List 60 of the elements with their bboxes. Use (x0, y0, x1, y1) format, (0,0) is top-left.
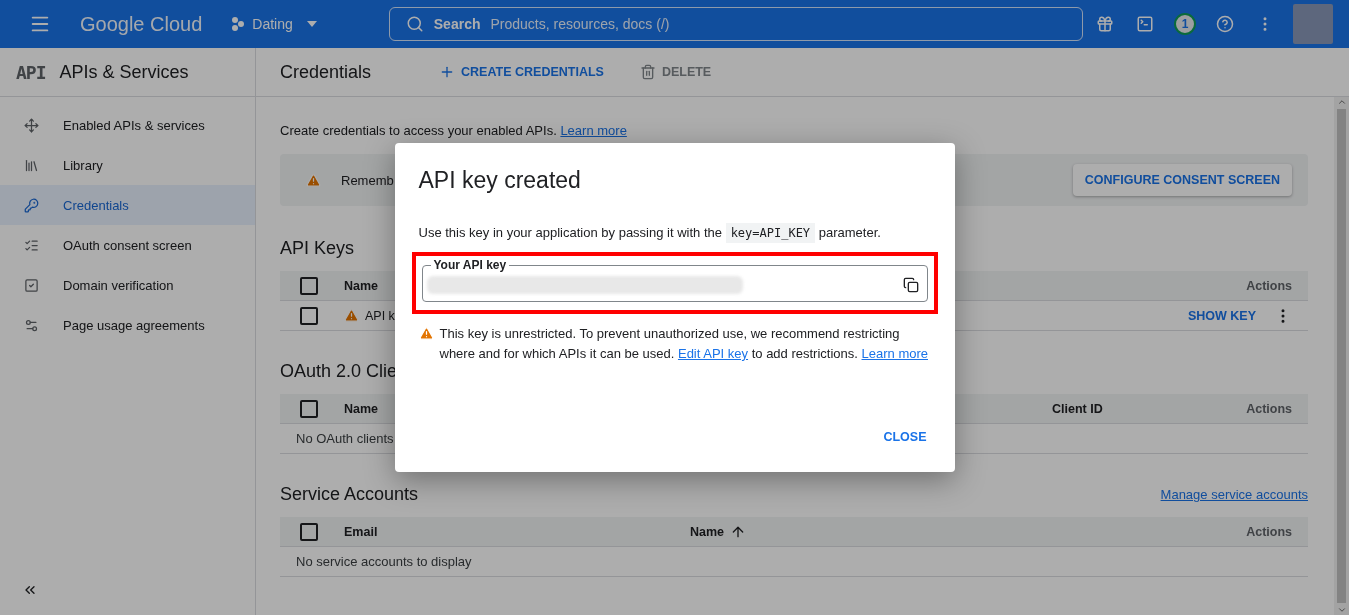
search-field[interactable]: Search Products, resources, docs (/) (388, 7, 1083, 41)
sidebar-title: APIs & Services (59, 61, 189, 83)
checkbox[interactable] (300, 276, 318, 295)
column-header: Actions (1246, 401, 1292, 416)
notice-text: Rememb (341, 172, 394, 188)
close-button[interactable]: CLOSE (879, 422, 931, 452)
learn-more-link[interactable]: Learn more (560, 123, 627, 138)
column-header: Actions (1246, 524, 1292, 539)
warning-icon (306, 172, 321, 188)
project-icon (230, 16, 247, 32)
table-cell: API k (365, 308, 395, 323)
link[interactable]: Edit API key (677, 346, 749, 361)
scrollbar[interactable] (1334, 97, 1349, 615)
column-header: Name (344, 278, 379, 293)
section-title: API Keys (280, 238, 355, 259)
search-icon (405, 15, 424, 33)
checkbox[interactable] (300, 399, 318, 418)
warning-icon (418, 326, 434, 341)
notification-badge[interactable]: 1 (1174, 13, 1196, 35)
intro-text: Create credentials to access your enabled APIs. Learn more (280, 123, 628, 138)
column-header: Actions (1246, 278, 1292, 293)
page-title: Credentials (280, 61, 372, 83)
section-title: Service Accounts (280, 484, 419, 505)
column-header: Client ID (1052, 401, 1103, 416)
sidebar-item[interactable]: OAuth consent screen (0, 225, 255, 265)
checkbox-icon (24, 277, 39, 293)
api-key-field[interactable]: Your API key (421, 258, 928, 302)
sliders-icon (24, 317, 39, 333)
dialog-title: API key created (418, 167, 582, 194)
library-icon (24, 157, 39, 173)
sidebar-item[interactable]: Library (0, 145, 255, 185)
api-logo: API (16, 61, 46, 83)
column-header[interactable]: Name (690, 524, 725, 539)
create-credentials-button[interactable]: CREATE CREDENTIALS (431, 58, 612, 86)
sidebar-item[interactable]: Enabled APIs & services (0, 105, 255, 145)
column-header: Name (344, 401, 379, 416)
scroll-up-icon[interactable] (1336, 97, 1347, 107)
section-title: OAuth 2.0 Clie (280, 361, 398, 382)
key-icon (24, 197, 39, 213)
show-key-button[interactable]: SHOW KEY (1179, 302, 1264, 329)
copy-icon[interactable] (902, 276, 919, 293)
link[interactable]: Learn more (861, 346, 928, 361)
checkbox[interactable] (300, 306, 318, 325)
configure-consent-button[interactable]: CONFIGURE CONSENT SCREEN (1072, 164, 1292, 196)
sidebar-item[interactable]: Page usage agreements (0, 305, 255, 345)
caret-icon (306, 21, 317, 27)
column-header: Email (344, 524, 378, 539)
checklist-icon (24, 237, 39, 253)
move-icon (24, 117, 39, 133)
warning-text: This key is unrestricted. To prevent unauthorized use, we recommend restricting where and for which APIs it can be used. Edit API key to add restrictions. Learn more (439, 325, 929, 363)
checkbox[interactable] (300, 522, 318, 541)
trash-icon (639, 64, 656, 80)
manage-link[interactable]: Manage service accounts (1160, 487, 1308, 502)
sidebar-item[interactable]: Domain verification (0, 265, 255, 305)
empty-message: No service accounts to display (280, 547, 1308, 577)
project-selector[interactable]: Dating (224, 12, 323, 36)
logo: Google Cloud (80, 12, 203, 36)
sidebar-item[interactable]: Credentials (0, 185, 255, 225)
dialog-description: Use this key in your application by passing it with the key=API_KEY parameter. (418, 222, 931, 244)
scroll-down-icon[interactable] (1336, 605, 1347, 615)
